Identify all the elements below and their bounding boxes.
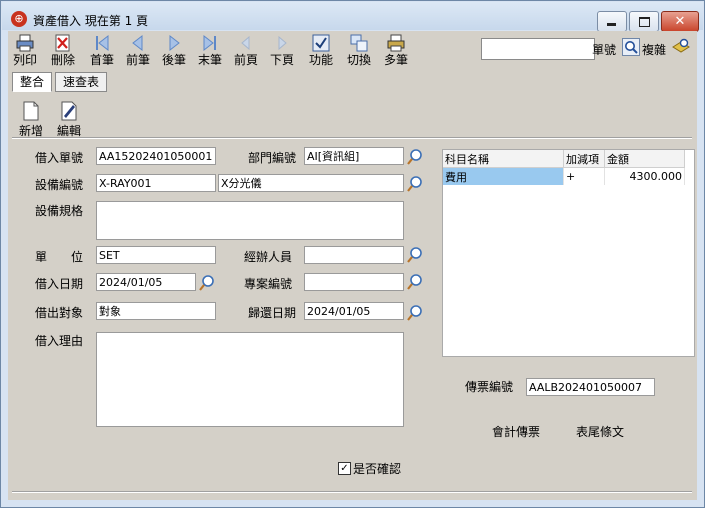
maximize-button[interactable] [629,11,659,32]
confirm-checkbox[interactable]: ✓ [338,462,351,475]
separator [12,137,692,139]
complex-search-label: 複雜 [642,43,667,57]
tab-quick-lookup[interactable]: 速查表 [55,72,107,92]
maximize-icon [639,17,650,27]
return-date-lookup-icon[interactable] [406,304,424,322]
equip-no-field[interactable]: X-RAY001 [96,174,216,192]
edit-document-icon [61,101,77,121]
lender-label: 借出對象 [35,306,84,320]
reason-field[interactable] [96,332,404,427]
tab-integrate[interactable]: 整合 [12,72,52,92]
account-grid[interactable]: 科目名稱 加減項 金額 費用 + 4300.000 [442,149,695,357]
grid-header-amount[interactable]: 金額 [604,150,685,168]
grid-header-account[interactable]: 科目名稱 [443,150,564,168]
table-row[interactable]: 費用 + 4300.000 [443,167,685,185]
footer-terms-link[interactable]: 表尾條文 [576,424,624,440]
last-record-icon [203,34,216,52]
search-icon[interactable] [622,38,640,56]
delete-button[interactable]: 刪除 [48,31,78,71]
handler-label: 經辦人員 [244,250,293,264]
printer-icon [16,34,34,52]
spec-label: 設備規格 [35,204,84,218]
first-record-icon [96,34,109,52]
borrow-no-field[interactable]: AA15202401050001 [96,147,216,165]
app-window: ⊕ 資產借入 現在第 1 頁 ✕ 列印 刪除 首筆 前筆 後筆 末筆 前頁 下頁… [0,0,705,508]
edit-button[interactable]: 編輯 [52,101,86,138]
next-record-icon [169,34,180,52]
grid-cell-amount[interactable]: 4300.000 [604,167,685,185]
project-label: 專案編號 [244,277,293,291]
borrow-date-field[interactable]: 2024/01/05 [96,273,196,291]
minimize-button[interactable] [597,11,627,32]
switch-icon [350,34,368,52]
last-record-button[interactable]: 末筆 [195,31,225,71]
function-button[interactable]: 功能 [306,31,336,71]
next-page-icon [278,35,287,51]
first-record-button[interactable]: 首筆 [87,31,117,71]
switch-button[interactable]: 切換 [344,31,374,71]
return-date-field[interactable]: 2024/01/05 [304,302,404,320]
accounting-voucher-link[interactable]: 會計傳票 [492,424,540,440]
equip-no-label: 設備編號 [35,178,84,192]
window-title: 資產借入 現在第 1 頁 [33,14,149,28]
close-button[interactable]: ✕ [661,11,699,32]
print-button[interactable]: 列印 [10,31,40,71]
complex-search-icon[interactable] [671,37,691,57]
next-record-button[interactable]: 後筆 [159,31,189,71]
grid-cell-account[interactable]: 費用 [443,167,564,185]
close-icon: ✕ [674,14,686,29]
client-area: 列印 刪除 首筆 前筆 後筆 末筆 前頁 下頁 功能 切換 多筆 單號 複雜 整… [8,31,697,500]
lender-field[interactable]: 對象 [96,302,216,320]
handler-lookup-icon[interactable] [406,246,424,264]
dept-lookup-icon[interactable] [406,148,424,166]
search-label: 單號 [592,43,617,57]
dept-field[interactable]: AI[資訊組] [304,147,404,165]
grid-cell-sign[interactable]: + [563,167,605,185]
new-button[interactable]: 新增 [14,101,48,138]
multi-record-icon [387,34,405,52]
voucher-no-field[interactable]: AALB202401050007 [526,378,655,396]
next-page-button[interactable]: 下頁 [267,31,297,71]
project-field[interactable] [304,273,404,291]
borrow-date-label: 借入日期 [35,277,84,291]
previous-page-icon [241,35,250,51]
handler-field[interactable] [304,246,404,264]
confirm-label: 是否確認 [353,462,402,476]
project-lookup-icon[interactable] [406,273,424,291]
title-bar[interactable]: ⊕ 資產借入 現在第 1 頁 ✕ [2,2,703,32]
search-input[interactable] [481,38,595,60]
previous-record-icon [132,34,143,52]
equip-name-field[interactable]: X分光儀 [218,174,404,192]
equip-lookup-icon[interactable] [406,175,424,193]
reason-label: 借入理由 [35,334,84,348]
app-icon: ⊕ [11,11,27,27]
grid-header-sign[interactable]: 加減項 [563,150,605,168]
voucher-no-label: 傳票編號 [465,380,514,394]
delete-icon [55,34,70,52]
return-date-label: 歸還日期 [248,306,297,320]
function-icon [312,34,330,52]
borrow-date-lookup-icon[interactable] [198,274,216,292]
unit-label: 單 位 [35,250,84,264]
grid-header-row: 科目名稱 加減項 金額 [443,150,685,168]
minimize-icon [607,23,616,26]
previous-record-button[interactable]: 前筆 [123,31,153,71]
dept-label: 部門編號 [248,151,297,165]
unit-field[interactable]: SET [96,246,216,264]
borrow-no-label: 借入單號 [35,151,84,165]
bottom-separator [12,491,692,493]
multi-record-button[interactable]: 多筆 [381,31,411,71]
spec-field[interactable] [96,201,404,240]
previous-page-button[interactable]: 前頁 [231,31,261,71]
new-document-icon [23,101,39,121]
